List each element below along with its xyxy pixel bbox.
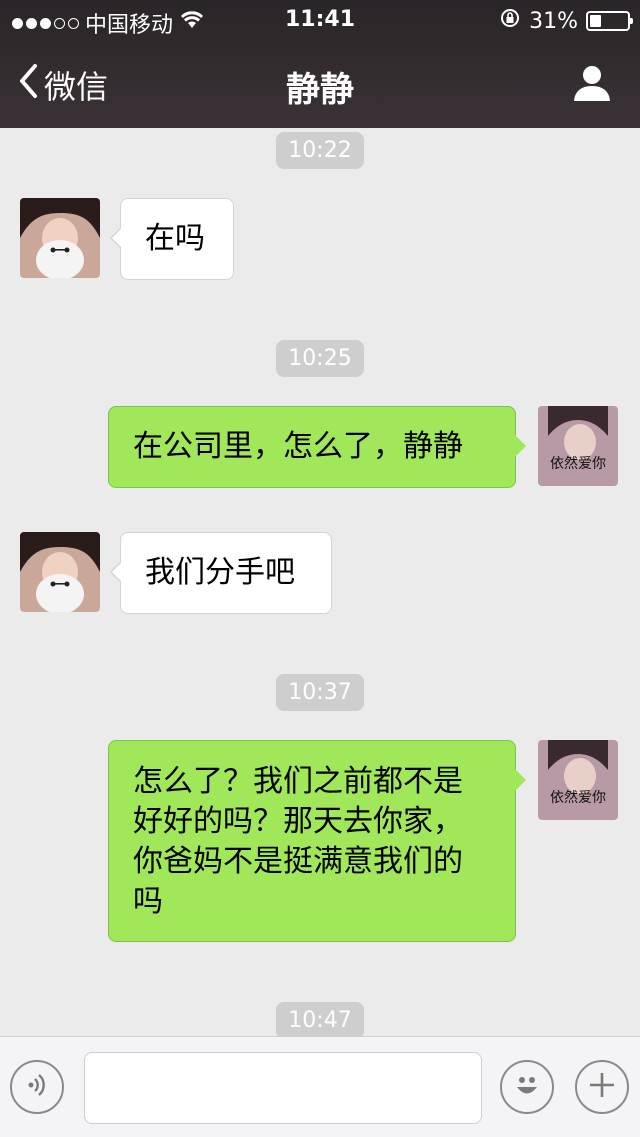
message-timestamp: 10:25 <box>0 340 640 377</box>
smiley-icon <box>510 1068 544 1106</box>
voice-button[interactable] <box>10 1060 64 1114</box>
my-avatar[interactable]: 依然爱你 <box>538 406 618 486</box>
plus-icon <box>587 1070 617 1104</box>
message-timestamp: 10:47 <box>0 1002 640 1039</box>
battery-fill <box>590 15 602 27</box>
sent-message-bubble[interactable]: 怎么了？我们之前都不是 好好的吗？那天去你家， 你爸妈不是挺满意我们的 吗 <box>108 740 526 942</box>
person-icon <box>572 66 612 106</box>
contact-avatar[interactable] <box>20 198 100 278</box>
profile-button[interactable] <box>572 64 612 106</box>
more-button[interactable] <box>575 1060 629 1114</box>
message-timestamp: 10:37 <box>0 674 640 711</box>
received-message-bubble[interactable]: 我们分手吧 <box>110 532 332 614</box>
sent-message-bubble[interactable]: 在公司里，怎么了，静静 <box>108 406 526 488</box>
chat-title: 静静 <box>286 70 354 110</box>
top-bar: 中国移动 11:41 31% 微信 静静 <box>0 0 640 128</box>
voice-icon <box>22 1070 52 1104</box>
navigation-bar: 微信 静静 <box>0 40 640 128</box>
battery-icon <box>586 11 633 31</box>
orientation-lock-icon <box>499 7 521 35</box>
received-message-bubble[interactable]: 在吗 <box>110 198 234 280</box>
emoji-button[interactable] <box>500 1060 554 1114</box>
avatar-caption: 依然爱你 <box>550 455 606 472</box>
battery-percent: 31% <box>529 8 578 34</box>
input-bar <box>0 1036 640 1137</box>
status-right: 31% <box>499 7 633 35</box>
status-bar: 中国移动 11:41 31% <box>0 0 640 40</box>
message-timestamp: 10:22 <box>0 132 640 169</box>
avatar-caption: 依然爱你 <box>550 789 606 806</box>
contact-avatar[interactable] <box>20 532 100 612</box>
message-input[interactable] <box>84 1052 482 1124</box>
my-avatar[interactable]: 依然爱你 <box>538 740 618 820</box>
